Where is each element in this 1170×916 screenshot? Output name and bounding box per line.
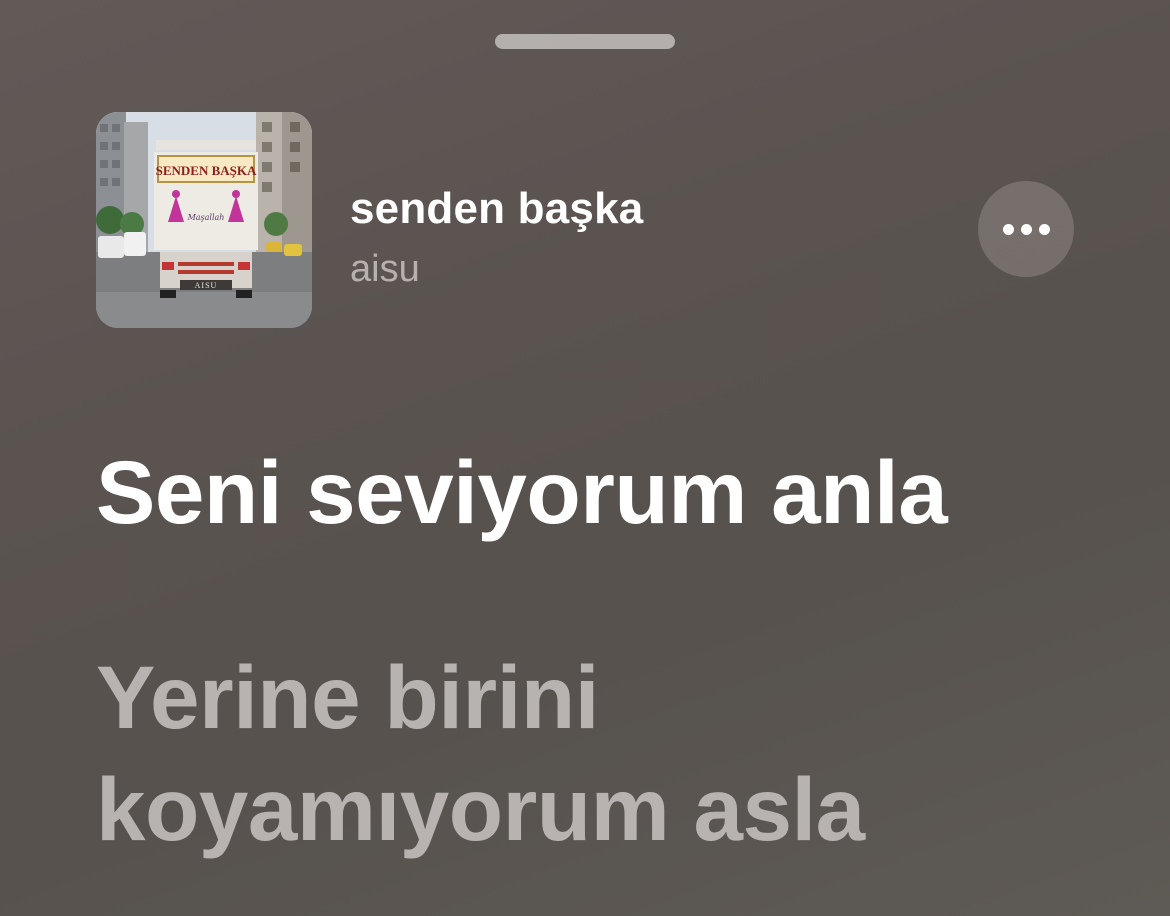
lyric-line-next[interactable]: Yerine birini koyamıyorum asla	[96, 641, 865, 865]
artwork-script-text: Maşallah	[187, 213, 225, 222]
sheet-grabber-handle[interactable]	[495, 34, 675, 49]
artwork-sign-text: SENDEN BAŞKA	[156, 163, 257, 178]
artwork-plate-text: AISU	[195, 281, 218, 290]
song-title[interactable]: senden başka	[350, 184, 643, 234]
album-artwork: SENDEN BAŞKA Maşallah AISU	[96, 112, 312, 328]
ellipsis-icon	[1038, 223, 1050, 235]
artist-name[interactable]: aisu	[350, 248, 420, 291]
lyric-line-next-part-1: Yerine birini	[96, 647, 599, 747]
ellipsis-icon	[1020, 223, 1032, 235]
lyric-line-next-part-2: koyamıyorum asla	[96, 759, 865, 859]
lyric-line-current[interactable]: Seni seviyorum anla	[96, 441, 948, 544]
ellipsis-icon	[1002, 223, 1014, 235]
more-options-button[interactable]	[978, 181, 1074, 277]
